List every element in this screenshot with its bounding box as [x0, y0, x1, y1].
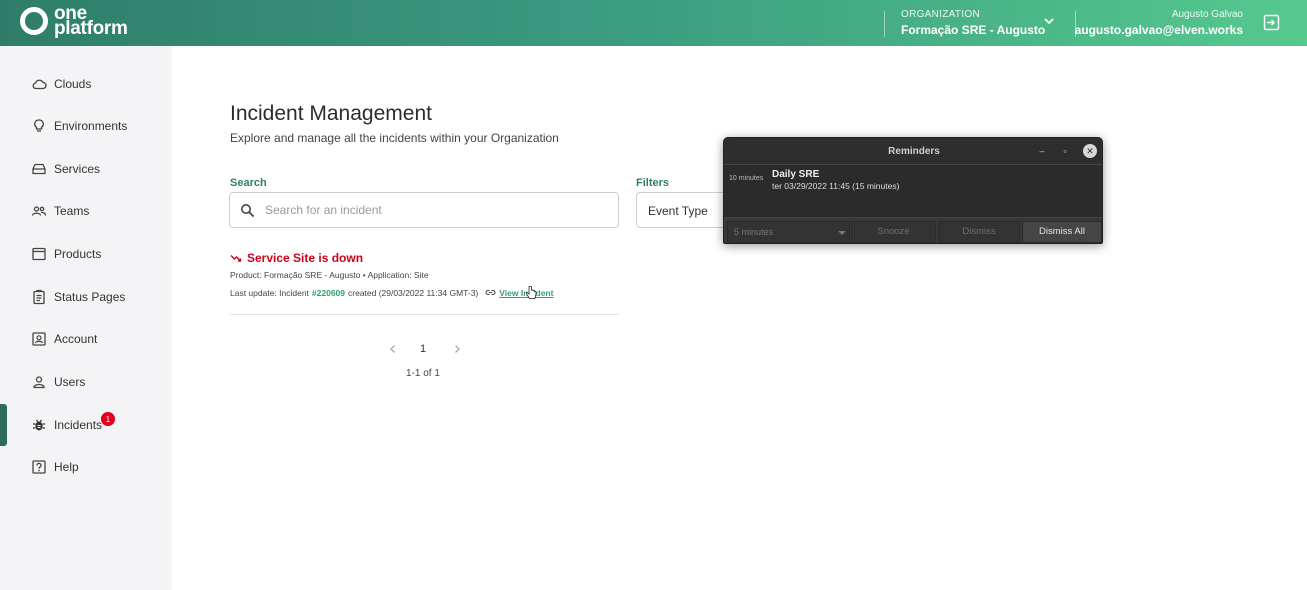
incident-number: #220609 [311, 287, 346, 298]
hand-cursor-icon [525, 286, 537, 299]
page-subtitle: Explore and manage all the incidents wit… [230, 131, 559, 145]
chevron-right-icon[interactable] [451, 343, 463, 355]
pagination-range: 1-1 of 1 [406, 368, 440, 379]
sidebar-item-label: Environments [54, 119, 128, 133]
help-icon [32, 460, 46, 474]
user-info: Augusto Galvao augusto.galvao@elven.work… [1075, 9, 1243, 37]
clipboard-icon [33, 289, 45, 305]
sidebar-item-account[interactable]: Account [0, 324, 172, 354]
organization-selector[interactable]: ORGANIZATION Formação SRE - Augusto [901, 9, 1045, 37]
filters-label: Filters [636, 177, 670, 189]
organization-caption: ORGANIZATION [901, 9, 980, 20]
sidebar-item-clouds[interactable]: Clouds [0, 69, 172, 99]
organization-name: Formação SRE - Augusto [901, 23, 1046, 37]
sidebar-item-label: Clouds [54, 77, 92, 91]
account-box-icon [32, 332, 46, 346]
sidebar-item-label: Products [54, 247, 102, 261]
sidebar-item-label: Services [54, 162, 101, 176]
minimize-icon[interactable]: – [1036, 145, 1048, 157]
sidebar-item-label: Users [54, 375, 86, 389]
dismiss-button[interactable]: Dismiss [938, 221, 1020, 243]
sidebar-item-environments[interactable]: Environments [0, 111, 172, 141]
logout-icon[interactable] [1263, 14, 1280, 31]
page-title: Incident Management [230, 102, 432, 125]
dismiss-all-button[interactable]: Dismiss All [1022, 221, 1102, 243]
sidebar-item-products[interactable]: Products [0, 239, 172, 269]
incident-divider [230, 314, 619, 315]
reminder-time-left: 10 minutes [729, 175, 764, 182]
logo-ring-icon [20, 7, 48, 35]
user-email: augusto.galvao@elven.works [1074, 23, 1243, 37]
reminders-actions: 5 minutes Snooze Dismiss Dismiss All [724, 220, 1102, 243]
reminder-name: Daily SRE [772, 169, 820, 180]
sidebar-item-label: Teams [54, 204, 90, 218]
incident-title-text: Service Site is down [247, 251, 364, 265]
search-input[interactable] [265, 203, 595, 217]
sidebar-item-help[interactable]: Help [0, 452, 172, 482]
reminder-list: 10 minutes Daily SRE ter 03/29/2022 11:4… [724, 164, 1102, 218]
sidebar-item-label: Incidents [54, 418, 103, 432]
cloud-icon [32, 79, 47, 90]
sidebar-item-incidents[interactable]: Incidents 1 [0, 404, 172, 446]
link-icon [485, 289, 496, 296]
maximize-icon[interactable]: ▫ [1059, 145, 1071, 157]
sidebar-item-label: Help [54, 460, 79, 474]
sidebar: Clouds Environments Services Teams Produ… [0, 46, 172, 590]
incident-update-suffix: created (29/03/2022 11:34 GMT-3) [348, 287, 479, 298]
incident-update-prefix: Last update: Incident [230, 287, 309, 298]
sidebar-item-status-pages[interactable]: Status Pages [0, 282, 172, 312]
sidebar-item-services[interactable]: Services [0, 154, 172, 184]
reminders-dialog: Reminders – ▫ ✕ 10 minutes Daily SRE ter… [723, 137, 1103, 244]
snooze-duration-value: 5 minutes [734, 227, 774, 237]
snooze-button[interactable]: Snooze [851, 221, 936, 243]
trending-down-icon [230, 255, 242, 262]
chevron-left-icon[interactable] [387, 343, 399, 355]
pagination-page[interactable]: 1 [420, 343, 426, 355]
sidebar-item-label: Account [54, 332, 98, 346]
reminder-when: ter 03/29/2022 11:45 (15 minutes) [772, 181, 900, 191]
search-label: Search [230, 177, 267, 189]
user-name: Augusto Galvao [1171, 9, 1243, 20]
bug-icon [33, 419, 45, 431]
app-logo[interactable]: one platform [20, 4, 128, 39]
snooze-duration-select[interactable]: 5 minutes [727, 221, 850, 243]
logo-text-line2: platform [54, 18, 128, 39]
sidebar-item-label: Status Pages [54, 290, 126, 304]
person-icon [33, 376, 45, 389]
chevron-down-icon[interactable] [1042, 14, 1056, 28]
event-type-filter[interactable]: Event Type [636, 192, 736, 228]
incident-product-line: Product: Formação SRE - Augusto • Applic… [230, 270, 429, 280]
sidebar-item-teams[interactable]: Teams [0, 196, 172, 226]
sidebar-item-users[interactable]: Users [0, 367, 172, 397]
incident-title[interactable]: Service Site is down [230, 251, 363, 265]
bulb-icon [34, 119, 44, 132]
dropdown-arrow-icon [838, 231, 846, 235]
window-icon [32, 247, 46, 261]
storage-icon [32, 163, 46, 175]
incidents-count-badge: 1 [101, 412, 115, 426]
top-header: one platform ORGANIZATION Formação SRE -… [0, 0, 1307, 46]
incident-last-update: Last update: Incident #220609 created (2… [230, 287, 553, 298]
close-icon[interactable]: ✕ [1083, 144, 1097, 158]
search-icon [241, 203, 255, 217]
search-field[interactable] [229, 192, 619, 228]
header-divider [884, 11, 885, 37]
reminders-titlebar[interactable]: Reminders – ▫ ✕ [724, 138, 1102, 164]
people-icon [31, 206, 47, 216]
